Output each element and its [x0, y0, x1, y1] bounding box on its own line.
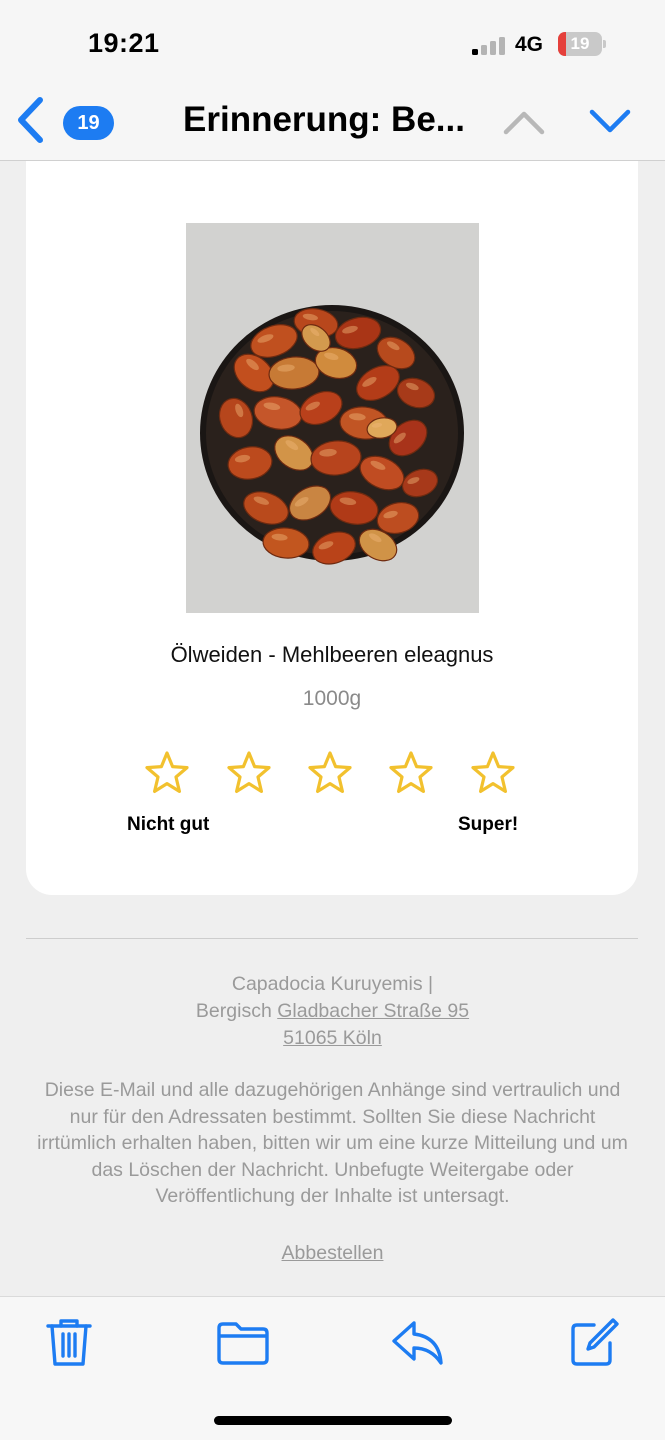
signal-strength-icon — [472, 35, 508, 55]
home-indicator — [214, 1416, 452, 1425]
star-3-icon[interactable] — [306, 749, 354, 797]
chevron-up-icon — [503, 111, 545, 135]
chevron-down-icon — [589, 109, 631, 133]
mail-nav-bar: 19 Erinnerung: Be... — [0, 80, 665, 161]
reply-button[interactable] — [389, 1315, 447, 1371]
unsubscribe-line: Abbestellen — [0, 1242, 665, 1265]
email-subject-title: Erinnerung: Be... — [183, 100, 465, 139]
next-message-button[interactable] — [586, 104, 634, 140]
unsubscribe-link[interactable]: Abbestellen — [282, 1242, 384, 1264]
rating-low-label: Nicht gut — [127, 814, 210, 835]
back-button[interactable] — [14, 96, 48, 144]
confidentiality-disclaimer: Diese E-Mail und alle dazugehörigen Anhä… — [37, 1079, 628, 1207]
city-link[interactable]: 51065 Köln — [283, 1027, 382, 1049]
star-1-icon[interactable] — [143, 749, 191, 797]
unread-count-badge[interactable]: 19 — [63, 106, 114, 140]
star-rating — [143, 749, 523, 797]
compose-button[interactable] — [564, 1315, 622, 1371]
street-prefix: Bergisch — [195, 1000, 272, 1022]
street-line: Bergisch Gladbacher Straße 95 — [0, 998, 665, 1025]
status-time: 19:21 — [88, 28, 160, 58]
star-4-icon[interactable] — [387, 749, 435, 797]
product-quantity: 1000g — [302, 687, 362, 710]
battery-level: 19 — [570, 34, 590, 53]
battery-tip — [603, 40, 606, 48]
status-bar: 19:21 4G 19 — [0, 0, 665, 80]
battery-icon: 19 — [558, 32, 602, 56]
chevron-left-icon — [18, 97, 43, 143]
star-5-icon[interactable] — [469, 749, 517, 797]
product-image[interactable] — [186, 223, 479, 613]
delete-button[interactable] — [40, 1315, 98, 1371]
footer-divider — [26, 938, 638, 939]
move-to-folder-button[interactable] — [214, 1315, 272, 1371]
company-address: Capadocia Kuruyemis | Bergisch Gladbache… — [0, 971, 665, 1052]
street-link[interactable]: Gladbacher Straße 95 — [277, 1000, 469, 1022]
city-line: 51065 Köln — [0, 1025, 665, 1052]
product-name: Ölweiden - Mehlbeeren eleagnus — [170, 642, 494, 667]
folder-icon — [217, 1322, 269, 1365]
reply-icon — [392, 1321, 443, 1365]
previous-message-button[interactable] — [500, 104, 548, 140]
compose-icon — [571, 1318, 619, 1366]
company-name: Capadocia Kuruyemis | — [231, 973, 434, 995]
rating-high-label: Super! — [458, 814, 519, 835]
star-2-icon[interactable] — [225, 749, 273, 797]
product-review-card: Ölweiden - Mehlbeeren eleagnus 1000g Nic… — [26, 161, 638, 895]
trash-icon — [46, 1319, 92, 1366]
network-type: 4G — [515, 33, 544, 56]
